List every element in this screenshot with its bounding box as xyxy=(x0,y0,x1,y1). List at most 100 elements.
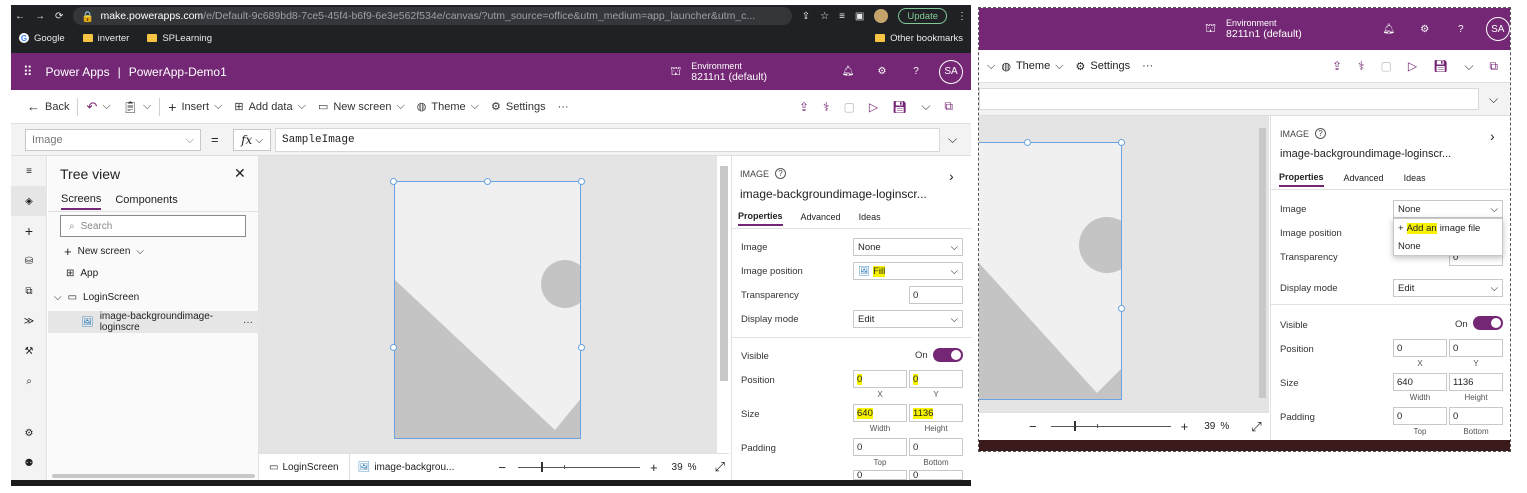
resize-handle[interactable] xyxy=(1024,139,1031,146)
star-icon[interactable]: ☆ xyxy=(820,11,829,22)
tab-components[interactable]: Components xyxy=(115,194,177,209)
document-name[interactable]: PowerApp-Demo1 xyxy=(129,65,227,79)
undo-button[interactable]: ↶ ⌵ xyxy=(80,99,116,115)
chevron-right-icon[interactable]: › xyxy=(1490,128,1495,144)
new-screen-button[interactable]: ▭ New screen ⌵ xyxy=(312,100,411,113)
design-canvas[interactable] xyxy=(259,156,728,453)
search-icon[interactable]: ⌕ xyxy=(11,366,47,396)
padding-bottom-input[interactable]: 0 xyxy=(1449,407,1503,425)
tree-scrollbar[interactable] xyxy=(52,474,255,478)
waffle-icon[interactable]: ⠿ xyxy=(23,64,32,80)
image-position-dropdown[interactable]: 🖼︎ Fill ⌵ xyxy=(853,262,963,280)
expand-formula-chevron-icon[interactable]: ⌵ xyxy=(1489,92,1498,107)
gear-icon[interactable]: ⚙ xyxy=(11,418,47,448)
chevron-down-icon[interactable]: ⌵ xyxy=(1464,59,1473,74)
zoom-out-icon[interactable]: − xyxy=(498,460,506,475)
transparency-input[interactable]: 0 xyxy=(909,286,963,304)
display-mode-dropdown[interactable]: Edit ⌵ xyxy=(853,310,963,328)
zoom-slider-thumb[interactable] xyxy=(1073,421,1076,431)
search-input[interactable]: ⌕ Search xyxy=(60,215,246,237)
control-name[interactable]: image-backgroundimage-loginscr... xyxy=(1280,148,1451,160)
resize-handle[interactable] xyxy=(484,178,491,185)
padding-top-input[interactable]: 0 xyxy=(853,438,907,456)
zoom-in-icon[interactable]: + xyxy=(1181,419,1189,434)
tab-properties[interactable]: Properties xyxy=(1279,172,1324,187)
fit-to-window-icon[interactable]: ⤢ xyxy=(1251,419,1261,435)
plus-icon[interactable]: + xyxy=(11,216,47,246)
reading-list-icon[interactable]: ≡ xyxy=(839,11,845,22)
theme-button[interactable]: ◍ Theme ⌵ xyxy=(995,60,1069,73)
help-icon[interactable]: ? xyxy=(1450,18,1472,40)
update-button[interactable]: Update xyxy=(898,8,947,24)
padding-right-input[interactable]: 0 xyxy=(909,470,963,480)
chevron-down-icon[interactable]: ⌵ xyxy=(987,60,995,73)
property-selector[interactable]: Image ⌵ xyxy=(25,129,201,151)
position-y-input[interactable]: 0 xyxy=(1449,339,1503,357)
fit-to-window-icon[interactable]: ⤢ xyxy=(715,459,725,475)
zoom-in-icon[interactable]: + xyxy=(650,460,658,475)
expand-formula-chevron-icon[interactable]: ⌵ xyxy=(948,132,957,147)
bookmark-google[interactable]: G Google xyxy=(19,33,65,44)
more-commands-button[interactable]: ··· xyxy=(1136,60,1159,72)
sidepanel-icon[interactable]: ▣ xyxy=(855,11,864,22)
avatar[interactable]: SA xyxy=(939,59,963,84)
gear-icon[interactable]: ⚙ xyxy=(871,61,893,83)
comment-icon[interactable]: ▢ xyxy=(844,100,855,114)
width-input[interactable]: 640 xyxy=(1393,373,1447,391)
tree-item-loginscreen[interactable]: ⌵ ▭ LoginScreen xyxy=(54,292,139,303)
publish-icon[interactable]: ⧉ xyxy=(1489,59,1498,74)
formula-input[interactable]: SampleImage xyxy=(275,128,940,152)
settings-button[interactable]: ⚙ Settings xyxy=(485,100,552,114)
environment-picker[interactable]: ⛫ Environment 8211n1 (default) xyxy=(670,61,767,83)
play-icon[interactable]: ▷ xyxy=(869,100,878,114)
back-arrow-icon[interactable]: ← xyxy=(15,11,25,22)
publish-icon[interactable]: ⧉ xyxy=(944,99,953,114)
image-dropdown[interactable]: None ⌵ xyxy=(1393,200,1503,218)
theme-button[interactable]: ◍ Theme ⌵ xyxy=(411,100,485,113)
height-input[interactable]: 1136 xyxy=(909,404,963,422)
kebab-menu-icon[interactable]: ⋮ xyxy=(957,11,967,22)
bell-icon[interactable]: 🔔︎ xyxy=(1378,18,1400,40)
insert-button[interactable]: + Insert ⌵ xyxy=(162,99,228,115)
layers-icon[interactable]: ◈ xyxy=(11,186,47,216)
menu-item-none[interactable]: None xyxy=(1394,237,1502,255)
resize-handle[interactable] xyxy=(390,344,397,351)
play-icon[interactable]: ▷ xyxy=(1408,59,1417,73)
image-control[interactable] xyxy=(979,142,1122,400)
environment-picker[interactable]: Environment 8211n1 (default) xyxy=(1226,18,1302,40)
share-icon[interactable]: ⇪ xyxy=(1332,59,1342,73)
padding-bottom-input[interactable]: 0 xyxy=(909,438,963,456)
more-icon[interactable]: ··· xyxy=(243,317,253,328)
bookmark-splearning[interactable]: SPLearning xyxy=(147,33,212,44)
tree-item-app[interactable]: ⊞ App xyxy=(66,268,98,279)
resize-handle[interactable] xyxy=(1118,305,1125,312)
zoom-slider[interactable] xyxy=(1050,421,1171,431)
zoom-slider[interactable] xyxy=(517,461,640,472)
paste-button[interactable]: 📋︎ ⌵ xyxy=(117,100,158,114)
menu-item-add-image[interactable]: + Add an image file xyxy=(1394,219,1502,237)
close-icon[interactable]: ✕ xyxy=(234,165,246,182)
height-input[interactable]: 1136 xyxy=(1449,373,1503,391)
app-checker-icon[interactable]: ⚕ xyxy=(823,100,830,114)
tab-advanced[interactable]: Advanced xyxy=(801,212,841,225)
tab-screens[interactable]: Screens xyxy=(61,193,102,210)
tab-ideas[interactable]: Ideas xyxy=(1404,173,1426,186)
tab-ideas[interactable]: Ideas xyxy=(859,212,881,225)
comment-icon[interactable]: ▢ xyxy=(1381,59,1392,73)
fx-button[interactable]: fx ⌵ xyxy=(233,129,271,151)
tab-properties[interactable]: Properties xyxy=(738,211,783,226)
tools-icon[interactable]: ⚒ xyxy=(11,336,47,366)
chevron-right-icon[interactable]: › xyxy=(949,168,954,184)
visible-toggle[interactable] xyxy=(933,348,963,362)
gear-icon[interactable]: ⚙ xyxy=(1414,18,1436,40)
bell-icon[interactable]: 🔔︎ xyxy=(837,61,859,83)
other-bookmarks[interactable]: Other bookmarks xyxy=(875,33,963,44)
breadcrumb-screen[interactable]: ▭ LoginScreen xyxy=(269,454,350,480)
formula-input[interactable] xyxy=(979,88,1479,110)
forward-arrow-icon[interactable]: → xyxy=(35,11,45,22)
share-icon[interactable]: ⇪ xyxy=(799,100,809,114)
visible-toggle[interactable] xyxy=(1473,316,1503,330)
help-icon[interactable]: ? xyxy=(775,168,787,179)
bookmark-inverter[interactable]: inverter xyxy=(82,33,129,44)
zoomed-canvas[interactable] xyxy=(979,116,1269,412)
